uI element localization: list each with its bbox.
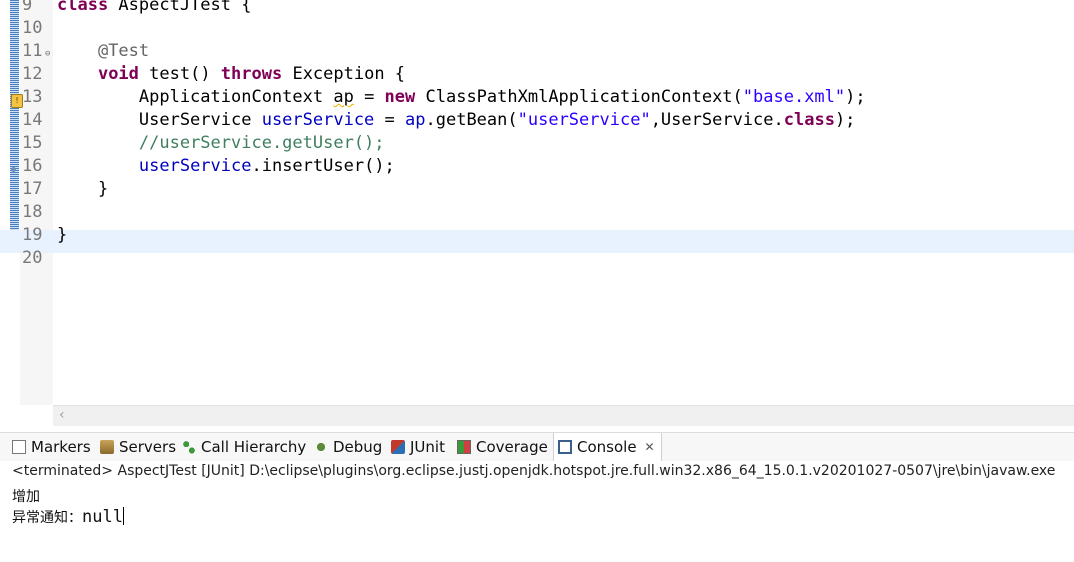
console-output-value: null xyxy=(82,507,123,527)
code-token: ClassPathXmlApplicationContext( xyxy=(415,87,743,107)
line-number: 18 xyxy=(22,202,43,222)
markers-icon xyxy=(12,440,26,454)
code-token: { xyxy=(241,0,252,15)
tab-call-hierarchy[interactable]: Call Hierarchy xyxy=(182,433,306,461)
code-text: ApplicationContext ap = new ClassPathXml… xyxy=(57,87,866,107)
tab-label: Call Hierarchy xyxy=(201,438,307,456)
line-number: 10 xyxy=(22,18,43,38)
tab-label: Debug xyxy=(333,438,383,456)
code-token: test() xyxy=(138,64,221,84)
line-number: 13 xyxy=(22,87,43,107)
code-token: ap xyxy=(405,110,426,130)
tab-junit[interactable]: JUnit xyxy=(391,433,445,461)
code-token: void xyxy=(97,64,139,84)
line-number: 17 xyxy=(22,179,43,199)
code-token: = xyxy=(353,87,385,107)
tab-console[interactable]: Console ✕ xyxy=(553,433,662,461)
junit-icon xyxy=(391,440,405,454)
view-tab-bar: Markers Servers Call Hierarchy Debug JUnit Co… xyxy=(0,432,1074,462)
code-line[interactable]: 16 userService.insertUser(); xyxy=(0,156,1074,184)
code-line[interactable]: 17 } xyxy=(0,179,1074,207)
code-token: ); xyxy=(834,110,856,130)
code-line[interactable]: 18 xyxy=(0,202,1074,230)
code-token: "userService" xyxy=(517,110,651,130)
console-output-line: 增加 xyxy=(12,489,40,505)
close-icon[interactable]: ✕ xyxy=(645,440,655,454)
code-line[interactable]: 10 xyxy=(0,18,1074,46)
code-token: @Test xyxy=(97,41,150,61)
code-token: = xyxy=(374,110,406,130)
code-token: AspectJTest xyxy=(108,0,242,15)
code-token: ApplicationContext xyxy=(57,87,334,107)
tab-label: Coverage xyxy=(476,438,548,456)
code-token: ap xyxy=(333,87,354,107)
code-token: throws xyxy=(220,64,283,84)
code-token: ); xyxy=(845,87,866,107)
tab-label: JUnit xyxy=(410,438,445,456)
scroll-left-icon[interactable]: ‹ xyxy=(59,407,65,423)
code-token: .insertUser(); xyxy=(251,156,395,176)
line-number: 9 xyxy=(22,0,33,15)
tab-markers[interactable]: Markers xyxy=(12,433,91,461)
override-marker-icon xyxy=(11,167,16,172)
tab-label: Servers xyxy=(119,438,177,456)
call-hierarchy-icon xyxy=(182,440,196,454)
line-number: 15 xyxy=(22,133,43,153)
tab-coverage[interactable]: Coverage xyxy=(457,433,548,461)
line-number: 19 xyxy=(22,225,43,245)
text-cursor xyxy=(122,507,124,525)
code-text: } xyxy=(57,225,67,245)
line-number: 12 xyxy=(22,64,43,84)
code-token: ,UserService. xyxy=(650,110,784,130)
debug-icon xyxy=(314,440,328,454)
console-icon xyxy=(558,440,572,454)
code-text: userService.insertUser(); xyxy=(57,156,395,176)
servers-icon xyxy=(100,440,114,454)
code-line[interactable]: 20 xyxy=(0,248,1074,276)
code-token: //userService.getUser(); xyxy=(138,133,385,153)
code-token: class xyxy=(783,110,835,130)
coverage-icon xyxy=(457,440,471,454)
code-line[interactable]: 19} xyxy=(0,225,1074,253)
tab-servers[interactable]: Servers xyxy=(100,433,176,461)
code-text: void test() throws Exception { xyxy=(57,64,405,84)
code-text: class AspectJTest { xyxy=(57,0,252,15)
line-number: 20 xyxy=(22,248,43,268)
code-token: "base.xml" xyxy=(742,87,846,107)
code-token: } xyxy=(57,225,68,245)
code-token: UserService xyxy=(57,110,262,130)
code-token: new xyxy=(384,87,416,107)
tab-debug[interactable]: Debug xyxy=(314,433,382,461)
tab-label: Console xyxy=(577,438,637,456)
code-line[interactable]: 9 class AspectJTest { xyxy=(0,0,1074,23)
code-text: //userService.getUser(); xyxy=(57,133,385,153)
code-token: } xyxy=(57,179,109,199)
code-token: userService xyxy=(261,110,375,130)
code-token: userService xyxy=(138,156,252,176)
code-text: } xyxy=(57,179,108,199)
line-number: 16 xyxy=(22,156,43,176)
line-number: 14 xyxy=(22,110,43,130)
warning-icon[interactable]: ! xyxy=(11,94,23,108)
code-token: Exception { xyxy=(282,64,406,84)
code-editor[interactable]: 9 class AspectJTest {10 11 ⊖ @Test 12 void t… xyxy=(0,0,1074,405)
tab-label: Markers xyxy=(31,438,91,456)
code-text: @Test xyxy=(57,41,149,61)
console-output-prefix: 异常通知： xyxy=(12,510,82,526)
console-view[interactable]: <terminated> AspectJTest [JUnit] D:\ecli… xyxy=(0,461,1074,562)
horizontal-scrollbar[interactable]: ‹ xyxy=(53,405,1074,426)
console-status: <terminated> AspectJTest [JUnit] D:\ecli… xyxy=(12,463,1056,479)
fold-collapse-icon[interactable]: ⊖ xyxy=(45,49,50,59)
code-text: UserService userService = ap.getBean("us… xyxy=(57,110,856,130)
console-output-line: 异常通知：null xyxy=(12,507,124,527)
code-token: .getBean( xyxy=(425,110,518,130)
code-token: class xyxy=(57,0,109,15)
